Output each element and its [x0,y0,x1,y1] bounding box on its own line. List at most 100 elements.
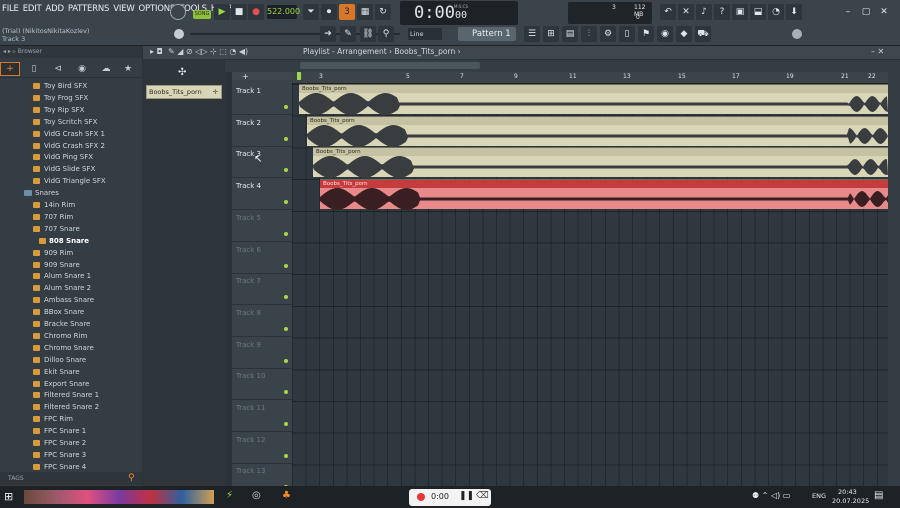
tempo-display[interactable]: 522.000 [267,5,300,19]
browser-item[interactable]: FPC Snare 3 [0,449,142,461]
browser-item[interactable]: Toy Bird SFX [0,80,142,92]
browser-item[interactable]: 707 Snare [0,223,142,235]
browser-tab-all[interactable]: + [0,62,20,76]
browser-item[interactable]: 14in Rim [0,199,142,211]
browser-item[interactable]: Chromo Snare [0,342,142,354]
screen-recorder-widget[interactable]: 0:00 ❚❚ ⌫ [409,489,491,506]
browser-item[interactable]: VidG Crash SFX 1 [0,128,142,140]
browser-item[interactable]: 707 Rim [0,211,142,223]
song-mode-toggle[interactable]: SONG [193,10,211,19]
track-mute-led[interactable] [284,168,288,173]
shop-button[interactable]: ⛟ [695,26,711,42]
track-mute-led[interactable] [284,295,288,300]
windows-start-icon[interactable]: ⊞ [4,490,13,503]
track-header[interactable]: Track 2 [232,115,292,147]
browser-item[interactable]: Export Snare [0,378,142,390]
timeline-ruler[interactable]: 2357911131517192122 [292,72,888,84]
taskbar-app-icons[interactable] [24,490,214,504]
track-header[interactable]: Track 1 [232,83,292,115]
draw-tool-button[interactable]: ✎ [340,26,356,42]
browser-item[interactable]: Chromo Rim [0,330,142,342]
track-header[interactable]: Track 11 [232,400,292,432]
browser-item[interactable]: 909 Snare [0,259,142,271]
browser-item[interactable]: Ambass Snare [0,294,142,306]
chat-button[interactable]: ◔ [768,4,784,20]
download-button[interactable]: ⬇ [786,4,802,20]
menu-item[interactable]: FILE [0,4,21,18]
language-indicator[interactable]: ENG [812,492,826,500]
browser-item[interactable]: Toy Scritch SFX [0,116,142,128]
audio-clip[interactable]: Boobs_Tits_porn [299,84,888,115]
browser-item[interactable]: FPC Snare 2 [0,437,142,449]
browser-item[interactable]: FPC Rim [0,413,142,425]
snap-select[interactable]: Line [408,28,442,40]
tray-icons[interactable]: ⚉ ⌃ ◁) ▭ [752,491,790,500]
picker-clip-item[interactable]: Boobs_Tits_porn ✛ [146,85,222,99]
browser-item[interactable]: VidG Ping SFX [0,151,142,163]
taskbar-bolt-icon[interactable]: ⚡ [226,490,233,501]
close-button[interactable]: ✕ [876,4,892,20]
track-mute-led[interactable] [284,422,288,426]
menu-item[interactable]: PATTERNS [66,4,111,18]
playhead-marker[interactable] [297,72,301,80]
browser-item[interactable]: Toy Frog SFX [0,92,142,104]
track-mute-led[interactable] [284,263,288,268]
mic-button[interactable]: ♪ [696,4,712,20]
browser-item[interactable]: FPC Snare 4 [0,461,142,473]
playlist-window-button[interactable]: ☰ [524,26,540,42]
track-header[interactable]: Track 4 [232,178,292,211]
track-header[interactable]: Track 5 [232,210,292,242]
browser-item[interactable]: BBox Snare [0,306,142,318]
track-header[interactable]: Track 6 [232,242,292,274]
mixer-button[interactable]: ⫶ [581,26,597,42]
fl-studio-taskbar-icon[interactable]: ♣ [282,490,291,501]
minimize-button[interactable]: – [840,4,856,20]
browser-tab-favorites[interactable]: ★ [118,62,138,76]
taskbar-app-icon-2[interactable]: ◎ [252,490,261,501]
picker-move-icon[interactable]: ✣ [178,67,186,78]
help-button[interactable]: ? [714,4,730,20]
browser-item[interactable]: VidG Crash SFX 2 [0,140,142,152]
browser-item[interactable]: Alum Snare 1 [0,270,142,282]
notifications-icon[interactable]: ▤ [874,490,883,501]
browser-item[interactable]: Toy Rip SFX [0,104,142,116]
channel-rack-button[interactable]: ▤ [562,26,578,42]
pause-icon[interactable]: ❚❚ [459,491,474,501]
pitch-knob[interactable] [174,29,184,39]
clock-time[interactable]: 20:43 [838,488,857,496]
record-button[interactable]: ● [248,4,264,20]
pattern-selector[interactable]: Pattern 1 [458,27,516,41]
track-mute-led[interactable] [284,453,288,458]
browser-item[interactable]: Ekit Snare [0,366,142,378]
track-header[interactable]: Track 10 [232,368,292,401]
countdown-button[interactable]: 3 [339,4,355,20]
browser-tab-sounds[interactable]: ◉ [72,62,92,76]
track-mute-led[interactable] [284,390,288,395]
project-button[interactable]: ▯ [619,26,635,42]
audio-clip[interactable]: Boobs_Tits_porn [313,147,888,179]
browser-tab-plugins[interactable]: ⊲ [48,62,68,76]
browser-item[interactable]: Filtered Snare 2 [0,401,142,413]
wait-input-button[interactable]: ⏺ [321,4,337,20]
track-header[interactable]: Track 12 [232,432,292,464]
track-mute-led[interactable] [284,358,288,363]
vertical-scrollbar[interactable] [888,72,900,486]
loop-record-button[interactable]: ↻ [375,4,391,20]
tempo-tapper-button[interactable]: ◉ [657,26,673,42]
tags-bar[interactable]: TAGS [0,472,142,485]
menu-item[interactable]: EDIT [21,4,44,18]
track-header[interactable]: Track 9 [232,337,292,369]
export-button[interactable]: ⬓ [750,4,766,20]
maximize-button[interactable]: ▢ [858,4,874,20]
stamp-button[interactable]: ⚲ [378,26,394,42]
browser-item[interactable]: 808 Snare [0,235,142,247]
trash-icon[interactable]: ⌫ [476,491,489,501]
track-mute-led[interactable] [284,136,288,141]
browser-item[interactable]: 909 Rim [0,247,142,259]
menu-item[interactable]: VIEW [111,4,136,18]
plugin-db-button[interactable]: ◆ [676,26,692,42]
horizontal-scrollbar[interactable] [300,62,480,69]
browser-item[interactable]: Dilloo Snare [0,354,142,366]
play-button[interactable]: ▶ [214,4,230,20]
track-mute-led[interactable] [284,231,288,236]
